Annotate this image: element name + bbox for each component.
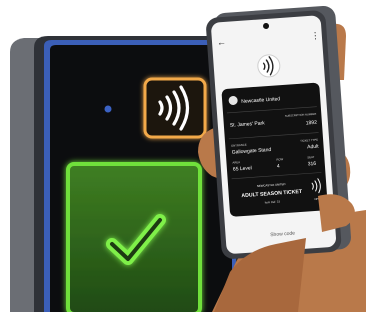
back-arrow-icon[interactable]: ← [217, 37, 227, 48]
seat-value: 316 [308, 161, 317, 168]
season-ticket-card[interactable]: Newcastle United St. James' Park SUBSCRI… [221, 82, 328, 217]
turnstile-scene: ← ⋮ Newcastle United St. James' Park SUB… [10, 5, 366, 312]
ticket-type-value: Adult [307, 144, 319, 151]
area-label: AREA [232, 160, 240, 165]
row-label: ROW [276, 157, 283, 161]
subscription-number: 1892 [306, 120, 318, 127]
access-granted-panel [66, 162, 202, 312]
nfc-reader-pad [143, 77, 207, 139]
menu-icon[interactable]: ⋮ [310, 30, 320, 41]
status-led [104, 105, 112, 113]
seat-label: SEAT [307, 155, 315, 160]
